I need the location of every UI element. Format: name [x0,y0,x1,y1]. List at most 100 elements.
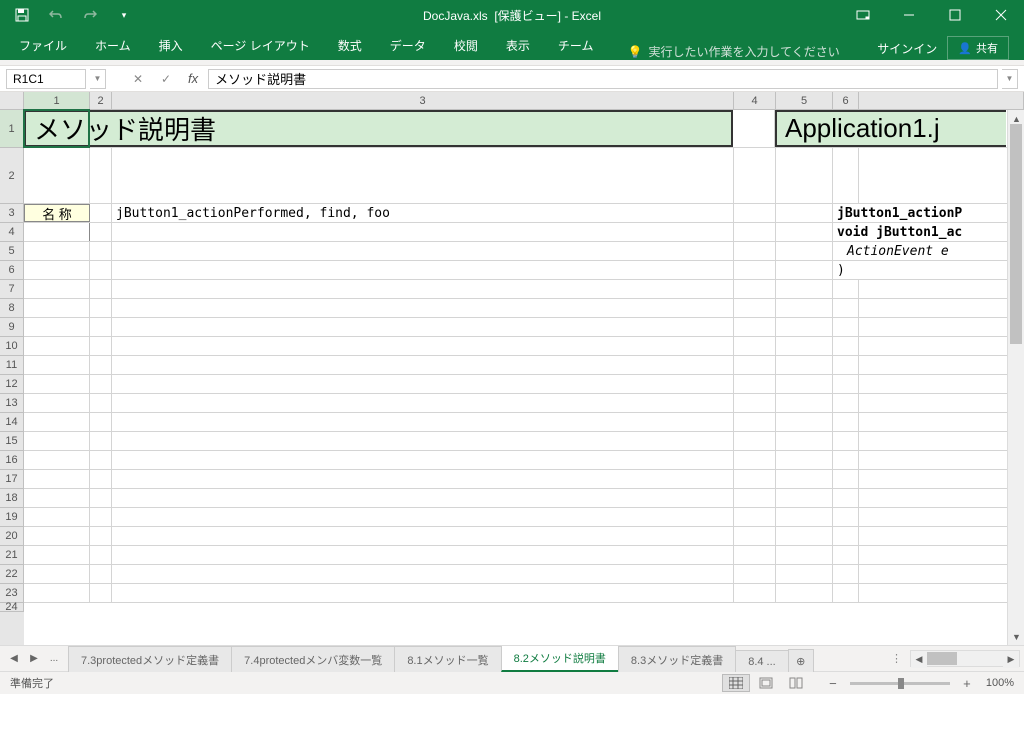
cell[interactable] [859,280,1024,298]
view-page-layout-button[interactable] [752,674,780,692]
cell[interactable] [112,584,734,602]
cell[interactable] [776,242,833,260]
cell[interactable] [24,223,90,241]
tab-formulas[interactable]: 数式 [324,31,376,60]
sheet-tab-7-4[interactable]: 7.4protectedメンバ変数一覧 [231,646,395,672]
cell[interactable] [24,489,90,507]
vertical-scrollbar[interactable]: ▲ ▼ [1007,110,1024,645]
minimize-button[interactable] [886,0,932,30]
cell[interactable] [776,489,833,507]
cell[interactable] [734,470,776,488]
cell[interactable] [90,261,112,279]
cell[interactable] [90,546,112,564]
cell[interactable] [24,451,90,469]
cell[interactable] [112,394,734,412]
cell[interactable] [112,242,734,260]
cell-title-method[interactable]: メソッド説明書 [24,110,733,147]
enter-formula-button[interactable]: ✓ [154,69,178,89]
cell[interactable] [90,413,112,431]
row-header-7[interactable]: 7 [0,280,24,299]
cell[interactable] [833,451,859,469]
row-header-12[interactable]: 12 [0,375,24,394]
tab-home[interactable]: ホーム [81,31,145,60]
cells-area[interactable]: メソッド説明書 Application1.j 名 称 jButton1_acti… [24,110,1024,645]
cell[interactable] [90,451,112,469]
cell[interactable] [24,375,90,393]
cell[interactable] [112,148,734,203]
cell[interactable] [734,451,776,469]
col-header-1[interactable]: 1 [24,92,90,109]
cell[interactable] [734,508,776,526]
cell[interactable] [776,318,833,336]
cell[interactable] [734,413,776,431]
cell[interactable] [90,223,112,241]
zoom-out-button[interactable]: − [826,676,840,690]
cell[interactable] [776,527,833,545]
cell[interactable] [112,223,734,241]
cell[interactable] [833,318,859,336]
cell-code-line3[interactable]: ActionEvent e [833,242,1007,260]
cell[interactable] [112,318,734,336]
cell[interactable] [90,204,112,222]
cell[interactable] [734,394,776,412]
cell[interactable] [734,318,776,336]
cell[interactable] [112,337,734,355]
cell[interactable] [859,375,1024,393]
cell[interactable] [24,527,90,545]
cell[interactable] [734,242,776,260]
cell[interactable] [24,337,90,355]
zoom-slider-thumb[interactable] [898,678,904,689]
sheet-tab-8-3[interactable]: 8.3メソッド定義書 [618,646,736,672]
cell[interactable] [776,584,833,602]
cell[interactable] [859,394,1024,412]
row-header-2[interactable]: 2 [0,148,24,204]
cell[interactable] [776,508,833,526]
fx-button[interactable]: fx [182,71,204,86]
cell[interactable] [734,148,776,203]
cell[interactable] [734,223,776,241]
cell[interactable] [833,527,859,545]
row-header-19[interactable]: 19 [0,508,24,527]
tab-data[interactable]: データ [376,31,440,60]
cell[interactable] [90,470,112,488]
row-header-1[interactable]: 1 [0,110,24,148]
zoom-slider[interactable] [850,682,950,685]
cell[interactable] [90,280,112,298]
cell[interactable] [776,375,833,393]
row-header-24[interactable]: 24 [0,603,24,612]
cell[interactable] [24,318,90,336]
cell[interactable] [112,261,734,279]
row-header-15[interactable]: 15 [0,432,24,451]
cell[interactable] [859,356,1024,374]
cell[interactable] [734,527,776,545]
cell[interactable] [24,565,90,583]
maximize-button[interactable] [932,0,978,30]
cell[interactable] [833,470,859,488]
row-header-11[interactable]: 11 [0,356,24,375]
cell[interactable] [734,375,776,393]
qat-customize-icon[interactable]: ▾ [112,3,136,27]
cell[interactable] [24,413,90,431]
cell[interactable] [859,565,1024,583]
sheet-tab-7-3[interactable]: 7.3protectedメソッド定義書 [68,646,232,672]
cell[interactable] [733,110,775,147]
cell[interactable] [734,584,776,602]
cell[interactable] [90,337,112,355]
cell[interactable] [90,242,112,260]
cell[interactable] [24,546,90,564]
cell-methods-list[interactable]: jButton1_actionPerformed, find, foo [112,204,734,222]
cell-code-line2[interactable]: void jButton1_ac [833,223,1007,241]
cell[interactable] [859,527,1024,545]
cell[interactable] [776,261,833,279]
row-header-5[interactable]: 5 [0,242,24,261]
cell[interactable] [112,470,734,488]
cell[interactable] [90,148,112,203]
select-all-corner[interactable] [0,92,24,109]
row-header-22[interactable]: 22 [0,565,24,584]
cell[interactable] [112,280,734,298]
cell[interactable] [776,299,833,317]
row-header-16[interactable]: 16 [0,451,24,470]
share-button[interactable]: 👤 共有 [947,36,1009,60]
close-button[interactable] [978,0,1024,30]
cell[interactable] [859,148,1024,203]
